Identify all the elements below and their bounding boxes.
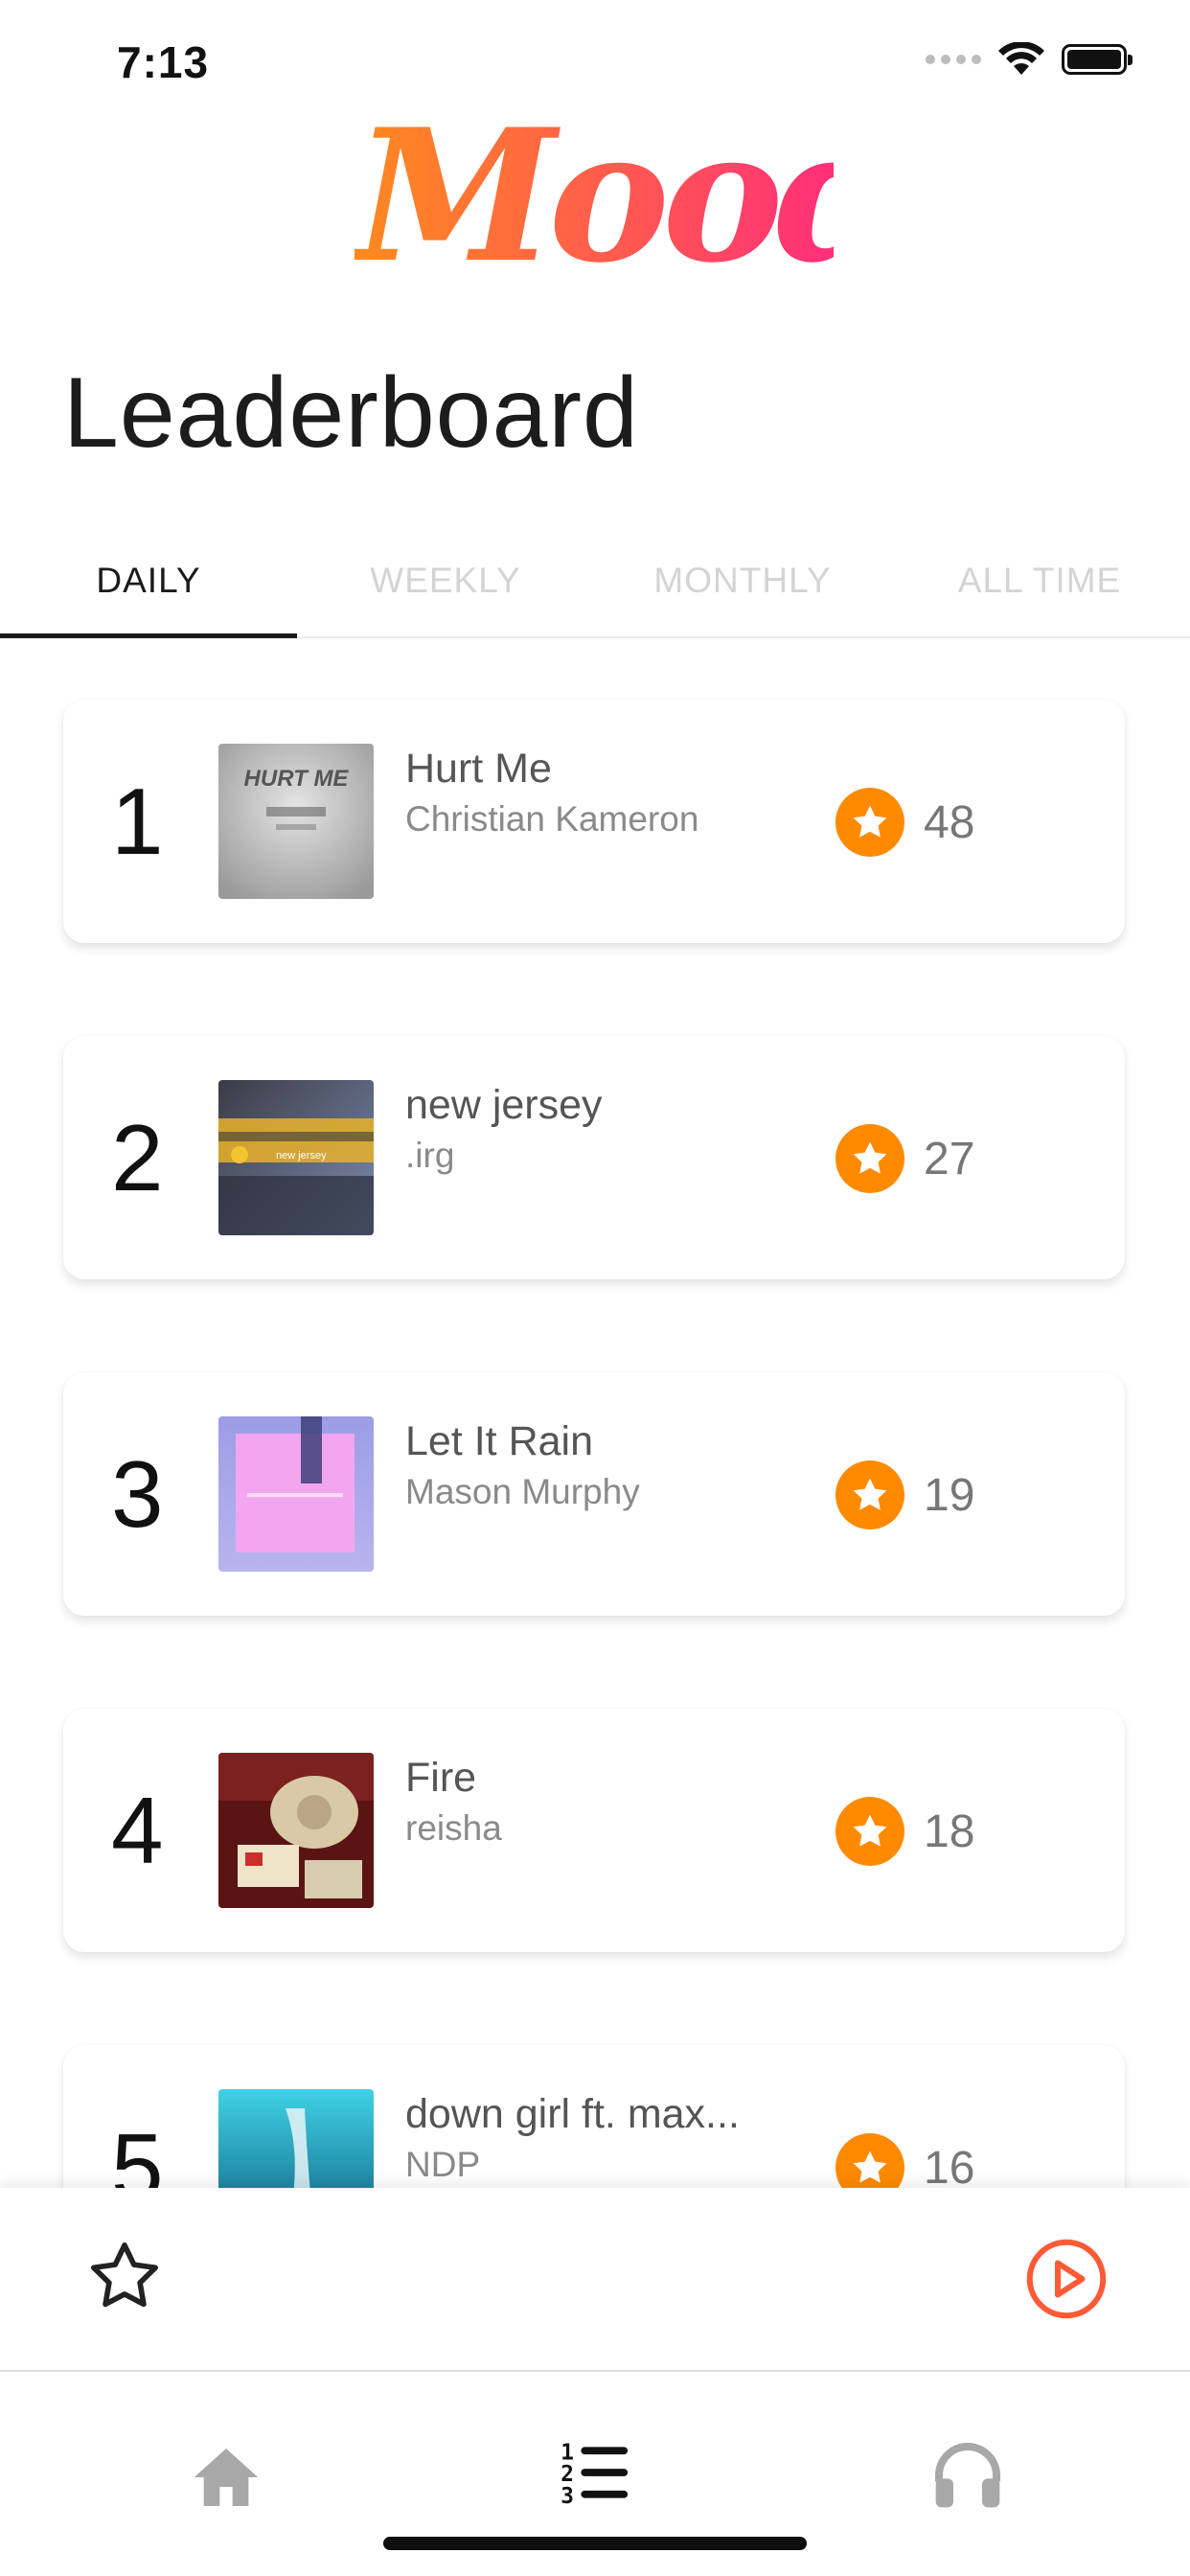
star-icon [835,788,904,857]
album-cover: HURT ME [218,744,374,899]
page-title: Leaderboard [63,357,639,469]
leaderboard-row[interactable]: 5 down girl ft. max... NDP 16 [63,2045,1125,2189]
app-logo: Mood. [355,86,959,316]
tab-weekly[interactable]: WEEKLY [297,525,594,636]
wifi-icon [998,42,1044,75]
score: 18 [835,1797,974,1866]
album-cover [218,1416,374,1572]
play-circle-icon[interactable] [1023,2236,1110,2322]
leaderboard-row[interactable]: 3 Let It Rain Mason Murphy 19 [63,1372,1125,1616]
bottom-navigation: 1 2 3 [0,2372,1190,2576]
score-value: 27 [924,1133,975,1184]
song-title: Let It Rain [405,1418,593,1464]
score: 48 [835,788,974,857]
tab-monthly[interactable]: MONTHLY [594,525,891,636]
score: 16 [835,2133,974,2189]
tab-daily[interactable]: DAILY [0,525,297,636]
star-icon [835,1124,904,1193]
score-value: 18 [924,1806,975,1857]
home-indicator [383,2537,807,2550]
album-cover [218,2089,374,2189]
leaderboard-row[interactable]: 4 Fire reisha 18 [63,1709,1125,1952]
song-title: Hurt Me [405,746,552,792]
cellular-signal-icon [926,55,981,64]
score-value: 48 [924,796,975,848]
album-cover: new jersey [218,1080,374,1235]
app-logo-text: Mood. [355,86,959,307]
star-icon [835,2133,904,2189]
song-title: Fire [405,1755,477,1801]
score-value: 19 [924,1469,975,1521]
rank-number: 3 [111,1440,164,1547]
album-cover-text: new jersey [276,1150,327,1162]
star-icon [835,1460,904,1530]
svg-text:3: 3 [561,2484,574,2509]
score: 27 [835,1124,974,1193]
score-value: 16 [924,2142,975,2190]
song-artist: Mason Murphy [405,1472,640,1511]
song-title: new jersey [405,1082,603,1128]
song-artist: reisha [405,1808,502,1848]
status-icons [926,42,1133,77]
song-artist: Christian Kameron [405,799,699,839]
mini-player-bar [0,2188,1190,2372]
leaderboard-row[interactable]: 2 new jersey new jersey .irg 27 [63,1036,1125,1279]
song-artist: NDP [405,2145,481,2184]
leaderboard-icon[interactable]: 1 2 3 [558,2435,632,2512]
rank-number: 5 [111,2113,164,2190]
song-artist: .irg [405,1136,455,1175]
rank-number: 1 [111,768,164,874]
star-outline-icon[interactable] [84,2236,165,2316]
battery-icon [1062,44,1133,75]
home-icon[interactable] [188,2439,264,2516]
rank-number: 4 [111,1777,164,1883]
song-title: down girl ft. max... [405,2091,740,2137]
leaderboard-row[interactable]: 1 HURT ME Hurt Me Christian Kameron 48 [63,700,1125,943]
status-time: 7:13 [117,37,210,87]
headphones-icon[interactable] [929,2437,1006,2514]
score: 19 [835,1460,974,1530]
album-cover-text: HURT ME [244,766,350,792]
album-cover [218,1753,374,1908]
star-icon [835,1797,904,1866]
period-tabs: DAILY WEEKLY MONTHLY ALL TIME [0,525,1190,638]
tab-all-time[interactable]: ALL TIME [891,525,1188,636]
leaderboard-list[interactable]: 1 HURT ME Hurt Me Christian Kameron 48 2… [0,636,1190,2189]
rank-number: 2 [111,1104,164,1210]
